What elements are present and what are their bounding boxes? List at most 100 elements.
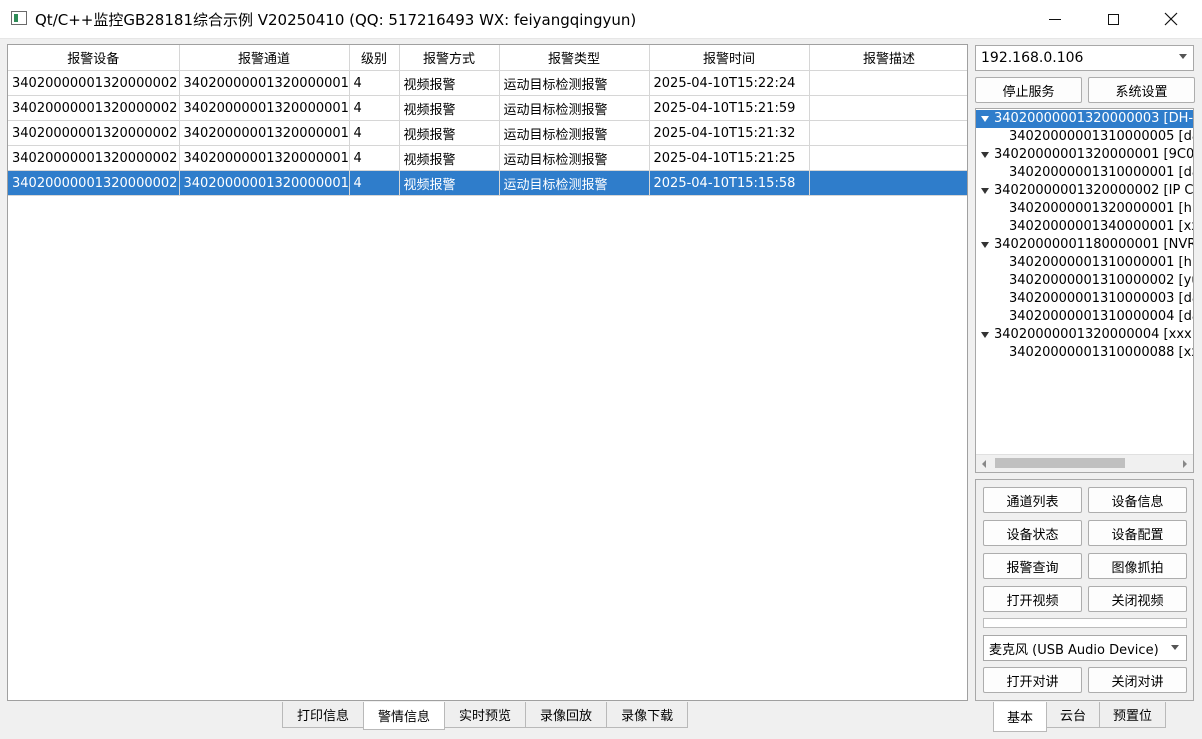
scrollbar-thumb[interactable]: [995, 458, 1125, 468]
device-config-button[interactable]: 设备配置: [1088, 520, 1187, 546]
cell-method: 视频报警: [399, 145, 500, 171]
column-header-alarm-method[interactable]: 报警方式: [399, 45, 500, 71]
cell-type: 运动目标检测报警: [499, 120, 650, 146]
cell-level: 4: [349, 170, 400, 196]
cell-level: 4: [349, 145, 400, 171]
cell-device: 34020000001320000002: [8, 170, 180, 196]
table-row[interactable]: 34020000001320000002 3402000000132000000…: [8, 145, 967, 171]
open-video-button[interactable]: 打开视频: [983, 586, 1082, 612]
tree-item[interactable]: 34020000001320000002 [IP CAN: [976, 182, 1193, 200]
expand-arrow-icon[interactable]: [981, 332, 989, 338]
tree-item[interactable]: 34020000001310000088 [xxx]: [1009, 344, 1193, 362]
tree-item-label: 34020000001320000004 [xxx]: [994, 327, 1194, 342]
open-talk-button[interactable]: 打开对讲: [983, 667, 1082, 693]
maximize-button[interactable]: [1084, 0, 1142, 38]
cell-channel: 34020000001320000001: [179, 120, 350, 146]
cell-device: 34020000001320000002: [8, 70, 180, 96]
column-header-alarm-type[interactable]: 报警类型: [499, 45, 650, 71]
column-header-alarm-time[interactable]: 报警时间: [649, 45, 810, 71]
minimize-button[interactable]: [1026, 0, 1084, 38]
scroll-left-icon[interactable]: [982, 460, 986, 468]
expand-arrow-icon[interactable]: [981, 116, 989, 122]
cell-description: [809, 145, 967, 171]
device-info-button[interactable]: 设备信息: [1088, 487, 1187, 513]
audio-level-bar: [983, 618, 1187, 628]
tree-item[interactable]: 34020000001320000001 [hika: [1009, 200, 1193, 218]
column-header-alarm-description[interactable]: 报警描述: [809, 45, 967, 71]
tree-item[interactable]: 34020000001310000003 [dah: [1009, 290, 1193, 308]
cell-time: 2025-04-10T15:21:59: [649, 95, 810, 121]
cell-time: 2025-04-10T15:15:58: [649, 170, 810, 196]
app-icon: [11, 11, 27, 25]
table-header-row: 报警设备 报警通道 级别 报警方式 报警类型 报警时间 报警描述: [8, 45, 967, 71]
tree-item-label: 34020000001180000001 [NVR]: [994, 237, 1194, 252]
cell-level: 4: [349, 95, 400, 121]
tree-item[interactable]: 34020000001320000003 [DH-SH: [976, 110, 1193, 128]
tab-live-preview[interactable]: 实时预览: [444, 702, 527, 728]
alarm-query-button[interactable]: 报警查询: [983, 553, 1082, 579]
table-row[interactable]: 34020000001320000002 3402000000132000000…: [8, 120, 967, 146]
tree-item[interactable]: 34020000001310000005 [dah: [1009, 128, 1193, 146]
image-capture-button[interactable]: 图像抓拍: [1088, 553, 1187, 579]
expand-arrow-icon[interactable]: [981, 152, 989, 158]
cell-level: 4: [349, 120, 400, 146]
tab-ptz[interactable]: 云台: [1046, 702, 1101, 728]
table-row-selected[interactable]: 34020000001320000002 3402000000132000000…: [8, 170, 967, 196]
stop-service-button[interactable]: 停止服务: [975, 77, 1082, 103]
close-video-button[interactable]: 关闭视频: [1088, 586, 1187, 612]
table-row[interactable]: 34020000001320000002 3402000000132000000…: [8, 70, 967, 96]
tab-alarm-info[interactable]: 警情信息: [363, 702, 446, 730]
close-button[interactable]: [1142, 0, 1200, 38]
horizontal-scrollbar[interactable]: [976, 454, 1193, 472]
expand-arrow-icon[interactable]: [981, 188, 989, 194]
chevron-down-icon: [1179, 54, 1187, 59]
chevron-down-icon: [1171, 645, 1179, 650]
tree-item[interactable]: 34020000001320000001 [9C050: [976, 146, 1193, 164]
table-row[interactable]: 34020000001320000002 3402000000132000000…: [8, 95, 967, 121]
system-settings-button[interactable]: 系统设置: [1088, 77, 1195, 103]
cell-type: 运动目标检测报警: [499, 95, 650, 121]
tree-item[interactable]: 34020000001310000001 [hika: [1009, 254, 1193, 272]
tab-preset[interactable]: 预置位: [1099, 702, 1167, 728]
tree-item[interactable]: 34020000001310000001 [dah: [1009, 164, 1193, 182]
device-status-button[interactable]: 设备状态: [983, 520, 1082, 546]
cell-channel: 34020000001320000001: [179, 70, 350, 96]
cell-channel: 34020000001320000001: [179, 95, 350, 121]
cell-description: [809, 95, 967, 121]
tree-item-label: 34020000001320000003 [DH-SH: [994, 111, 1194, 126]
expand-arrow-icon[interactable]: [981, 242, 989, 248]
tree-item[interactable]: 34020000001320000004 [xxx]: [976, 326, 1193, 344]
cell-time: 2025-04-10T15:22:24: [649, 70, 810, 96]
tree-item[interactable]: 34020000001340000001 [xxx]: [1009, 218, 1193, 236]
close-talk-button[interactable]: 关闭对讲: [1088, 667, 1187, 693]
tree-item-label: 34020000001320000002 [IP CAN: [994, 183, 1194, 198]
cell-description: [809, 70, 967, 96]
scroll-right-icon[interactable]: [1183, 460, 1187, 468]
cell-channel: 34020000001320000001: [179, 145, 350, 171]
microphone-value: 麦克风 (USB Audio Device): [989, 642, 1159, 658]
column-header-level[interactable]: 级别: [349, 45, 400, 71]
cell-method: 视频报警: [399, 70, 500, 96]
column-header-alarm-channel[interactable]: 报警通道: [179, 45, 350, 71]
tree-item[interactable]: 34020000001310000002 [yush: [1009, 272, 1193, 290]
cell-level: 4: [349, 70, 400, 96]
cell-description: [809, 120, 967, 146]
tab-playback[interactable]: 录像回放: [525, 702, 608, 728]
minimize-icon: [1049, 18, 1061, 20]
close-icon: [1164, 12, 1178, 26]
channel-list-button[interactable]: 通道列表: [983, 487, 1082, 513]
cell-type: 运动目标检测报警: [499, 70, 650, 96]
device-tree[interactable]: 34020000001320000003 [DH-SH 340200000013…: [975, 108, 1194, 473]
maximize-icon: [1107, 13, 1119, 25]
tab-download[interactable]: 录像下载: [606, 702, 689, 728]
right-tab-bar: 基本 云台 预置位: [993, 702, 1167, 732]
microphone-combo[interactable]: 麦克风 (USB Audio Device): [983, 635, 1187, 661]
ip-address-combo[interactable]: 192.168.0.106: [975, 45, 1194, 71]
alarm-table[interactable]: 报警设备 报警通道 级别 报警方式 报警类型 报警时间 报警描述 3402000…: [7, 44, 968, 701]
tree-item[interactable]: 34020000001310000004 [dah: [1009, 308, 1193, 326]
tab-print-info[interactable]: 打印信息: [282, 702, 365, 728]
tree-item[interactable]: 34020000001180000001 [NVR]: [976, 236, 1193, 254]
tab-basic[interactable]: 基本: [993, 702, 1048, 732]
cell-channel: 34020000001320000001: [179, 170, 350, 196]
column-header-alarm-device[interactable]: 报警设备: [8, 45, 180, 71]
